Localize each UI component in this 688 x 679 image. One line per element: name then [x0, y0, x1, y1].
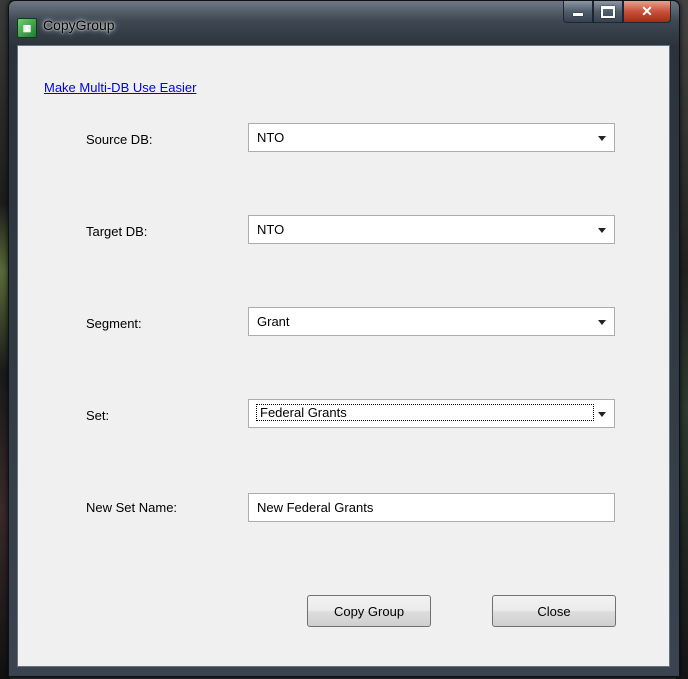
multi-db-help-link[interactable]: Make Multi-DB Use Easier: [44, 80, 196, 95]
minimize-button[interactable]: [563, 1, 593, 23]
chevron-down-icon: [598, 320, 606, 325]
title-bar[interactable]: ▦ CopyGroup ✕: [9, 1, 679, 45]
segment-label: Segment:: [86, 316, 142, 331]
source-db-select[interactable]: NTO: [248, 123, 615, 152]
target-db-value: NTO: [257, 222, 285, 237]
minimize-icon: [573, 13, 583, 16]
set-value: Federal Grants: [256, 404, 594, 421]
chevron-down-icon: [598, 136, 606, 141]
copy-group-button[interactable]: Copy Group: [307, 595, 431, 627]
chevron-down-icon: [598, 412, 606, 417]
app-grid-icon: ▦: [17, 18, 37, 38]
target-db-select[interactable]: NTO: [248, 215, 615, 244]
source-db-value: NTO: [257, 130, 285, 145]
maximize-button[interactable]: [593, 1, 623, 23]
segment-select[interactable]: Grant: [248, 307, 615, 336]
close-window-button[interactable]: ✕: [623, 1, 671, 23]
close-icon: ✕: [641, 3, 653, 19]
window-title: CopyGroup: [43, 17, 115, 33]
window-controls: ✕: [563, 1, 671, 23]
maximize-icon: [601, 5, 615, 18]
target-db-label: Target DB:: [86, 224, 148, 239]
set-label: Set:: [86, 408, 110, 423]
new-set-name-input[interactable]: New Federal Grants: [248, 493, 615, 522]
copygroup-window: ▦ CopyGroup ✕: [8, 0, 680, 677]
new-set-name-value: New Federal Grants: [257, 500, 374, 515]
chevron-down-icon: [598, 228, 606, 233]
close-button[interactable]: Close: [492, 595, 616, 627]
segment-value: Grant: [257, 314, 290, 329]
new-set-name-label: New Set Name:: [86, 500, 178, 515]
source-db-label: Source DB:: [86, 132, 153, 147]
set-select[interactable]: Federal Grants: [248, 399, 615, 428]
